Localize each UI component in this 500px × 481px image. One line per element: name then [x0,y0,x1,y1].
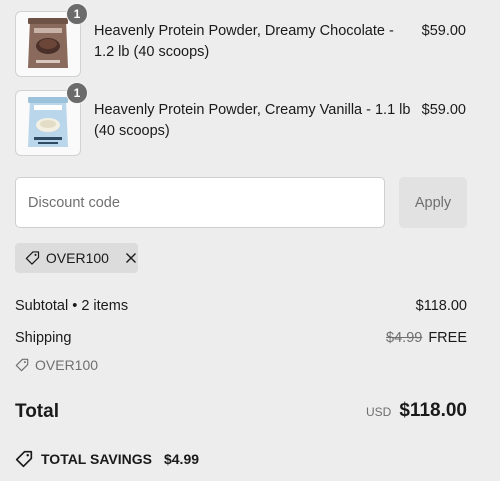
line-item: 1 Heavenly Protein Powder, Dreamy Chocol… [15,3,470,77]
discount-code-input[interactable] [15,177,385,228]
total-label: Total [15,401,59,422]
product-price: $59.00 [421,102,466,118]
applied-discount-chip: OVER100 [15,243,138,273]
quantity-badge: 1 [66,82,88,104]
total-value: $118.00 [399,400,467,421]
shipping-code-label: OVER100 [35,357,99,373]
subtotal-value: $118.00 [415,298,467,314]
apply-discount-button[interactable]: Apply [399,177,467,228]
total-amount: USD $118.00 [366,400,467,422]
shipping-row: Shipping $4.99 FREE [15,330,467,346]
subtotal-row: Subtotal • 2 items $118.00 [15,298,467,314]
quantity-badge: 1 [66,3,88,25]
product-price: $59.00 [421,23,466,39]
vanilla-pouch-icon [28,97,68,147]
chocolate-pouch-icon [28,18,68,68]
shipping-label: Shipping [15,330,72,346]
line-item: 1 Heavenly Protein Powder, Creamy Vanill… [15,82,470,156]
shipping-value: FREE [428,330,467,346]
product-name: Heavenly Protein Powder, Dreamy Chocolat… [94,23,394,60]
savings-label: TOTAL SAVINGS [41,451,152,467]
applied-discount-code: OVER100 [45,250,109,266]
shipping-discount-code: OVER100 [15,357,98,373]
shipping-original-price: $4.99 [386,330,423,346]
tag-icon [25,251,40,265]
tag-icon [15,450,33,468]
total-savings: TOTAL SAVINGS $4.99 [15,450,199,468]
remove-discount-icon[interactable] [125,251,138,265]
product-name: Heavenly Protein Powder, Creamy Vanilla … [94,102,411,139]
tag-icon [15,358,29,372]
subtotal-label: Subtotal • 2 items [15,298,129,314]
currency-code: USD [366,405,392,419]
savings-value: $4.99 [163,451,200,467]
